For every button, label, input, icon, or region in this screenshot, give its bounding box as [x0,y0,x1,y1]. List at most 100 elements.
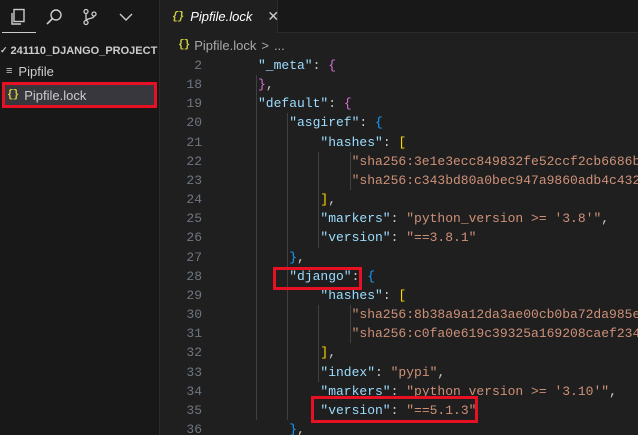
search-icon[interactable] [36,0,72,34]
code-token: { [367,268,376,284]
code-token: , [297,422,305,435]
code-token: : [312,58,329,73]
line-number: 26 [186,230,202,246]
code-line: 20 "asgiref": { [160,113,638,132]
json-braces-icon: {} [172,10,184,23]
code-text: "version": "==3.8.1" [320,230,476,245]
code-token: "hashes" [320,287,383,303]
code-token: "sha256:c343bd80a0bec947a9860adb4c432f [351,172,638,188]
code-token: "_meta" [258,58,313,73]
code-line: 26 "version": "==3.8.1" [160,228,638,247]
line-number: 18 [186,77,202,93]
line-number: 34 [186,383,202,399]
code-token: { [343,96,352,112]
code-token: "version" [320,230,391,246]
file-item-pipfile-lock[interactable]: {} Pipfile.lock [2,82,157,108]
code-token: "hashes" [320,134,383,150]
breadcrumb-file[interactable]: Pipfile.lock [194,38,256,53]
code-token: : [382,287,399,303]
line-number: 32 [186,345,202,361]
code-token: [ [398,134,407,150]
code-line: 22 "sha256:3e1e3ecc849832fe52ccf2cb6686b7 [160,152,638,171]
tab-label: Pipfile.lock [190,9,253,24]
code-token: "sha256:3e1e3ecc849832fe52ccf2cb6686b7 [351,153,638,169]
code-token: : [359,115,376,131]
line-number: 29 [186,287,202,303]
code-token: "pypi" [390,364,438,380]
breadcrumb-separator: > [261,37,269,53]
project-name: 241110_DJANGO_PROJECT [10,44,158,57]
code-token: , [437,364,446,380]
code-token: , [609,383,617,399]
code-token: "index" [320,364,375,380]
code-line: 32], [160,343,638,362]
code-token: } [258,77,266,93]
code-token: : [382,134,399,150]
code-line: 27}, [160,248,638,267]
code-text: "sha256:c0fa0e619c39325a169208caef234f [352,326,638,341]
code-token: : [390,211,407,227]
code-line: 25 "markers": "python_version >= '3.8'", [160,209,638,228]
code-token: , [601,211,610,227]
code-line: 24], [160,190,638,209]
code-token: , [297,249,305,265]
code-text: }, [258,77,274,92]
code-text: "hashes": [ [320,288,406,303]
line-number: 27 [186,249,202,265]
code-line: 33 "index": "pypi", [160,363,638,382]
line-number: 28 [186,268,202,284]
code-token: : [375,364,391,380]
code-text: "_meta": { [258,58,336,73]
line-number: 30 [186,307,202,323]
code-text: "sha256:c343bd80a0bec947a9860adb4c432f [352,173,638,188]
code-text: "markers": "python_version >= '3.8'", [320,211,609,226]
line-number: 23 [186,172,202,188]
project-folder[interactable]: ✓ 241110_DJANGO_PROJECT [0,36,159,60]
close-icon[interactable]: ✕ [267,8,279,25]
code-token: "python_version >= '3.8'" [406,211,602,227]
code-token: "==3.8.1" [406,230,477,246]
code-token: : [390,230,407,246]
code-text: "asgiref": { [289,115,383,130]
file-label: Pipfile [18,63,54,79]
line-number: 21 [186,134,202,150]
code-token: , [328,345,337,361]
line-number: 31 [186,326,202,342]
code-text: }, [289,250,305,265]
code-line: 30 "sha256:8b38a9a12da3ae00cb0ba72da985ed [160,305,638,324]
line-number: 22 [186,153,202,169]
code-token: } [289,422,297,435]
source-control-icon[interactable] [72,0,108,34]
breadcrumb-more[interactable]: ... [274,38,285,53]
line-number: 24 [186,192,202,208]
breadcrumb: {} Pipfile.lock > ... [178,35,285,55]
code-token: "markers" [320,211,391,227]
explorer-icon[interactable] [0,0,36,34]
code-line: 31 "sha256:c0fa0e619c39325a169208caef234f [160,324,638,343]
code-line: 29 "hashes": [ [160,286,638,305]
chevron-down-icon: ✓ [0,45,8,55]
code-text: "hashes": [ [320,135,406,150]
code-line: 19 "default": { [160,94,638,113]
activity-bar [0,0,159,34]
line-number: 2 [194,58,202,73]
json-braces-icon: {} [7,89,19,101]
json-braces-icon: {} [178,39,190,51]
code-editor[interactable]: 2 "_meta": {18}, 19 "default": {20 "asgiref"… [160,56,638,435]
line-number: 36 [186,422,202,435]
tab-bar: {} Pipfile.lock ✕ [160,0,638,33]
code-text: ], [320,192,336,207]
file-item-pipfile[interactable]: ≡ Pipfile [0,60,159,82]
code-line: 2 "_meta": { [160,56,638,75]
tab-pipfile-lock[interactable]: {} Pipfile.lock ✕ [160,0,279,33]
chevron-down-icon[interactable] [108,0,144,34]
code-token: "sha256:c0fa0e619c39325a169208caef234f [351,326,638,342]
line-number: 25 [186,211,202,227]
code-token: "asgiref" [289,115,360,131]
code-token: { [328,58,337,73]
code-text: }, [289,422,305,435]
code-token: , [265,77,274,93]
code-token: "sha256:8b38a9a12da3ae00cb0ba72da985ed [351,307,638,323]
explorer-sidebar: ✓ 241110_DJANGO_PROJECT ≡ Pipfile {} Pipfil… [0,0,160,435]
code-line: 21 "hashes": [ [160,133,638,152]
